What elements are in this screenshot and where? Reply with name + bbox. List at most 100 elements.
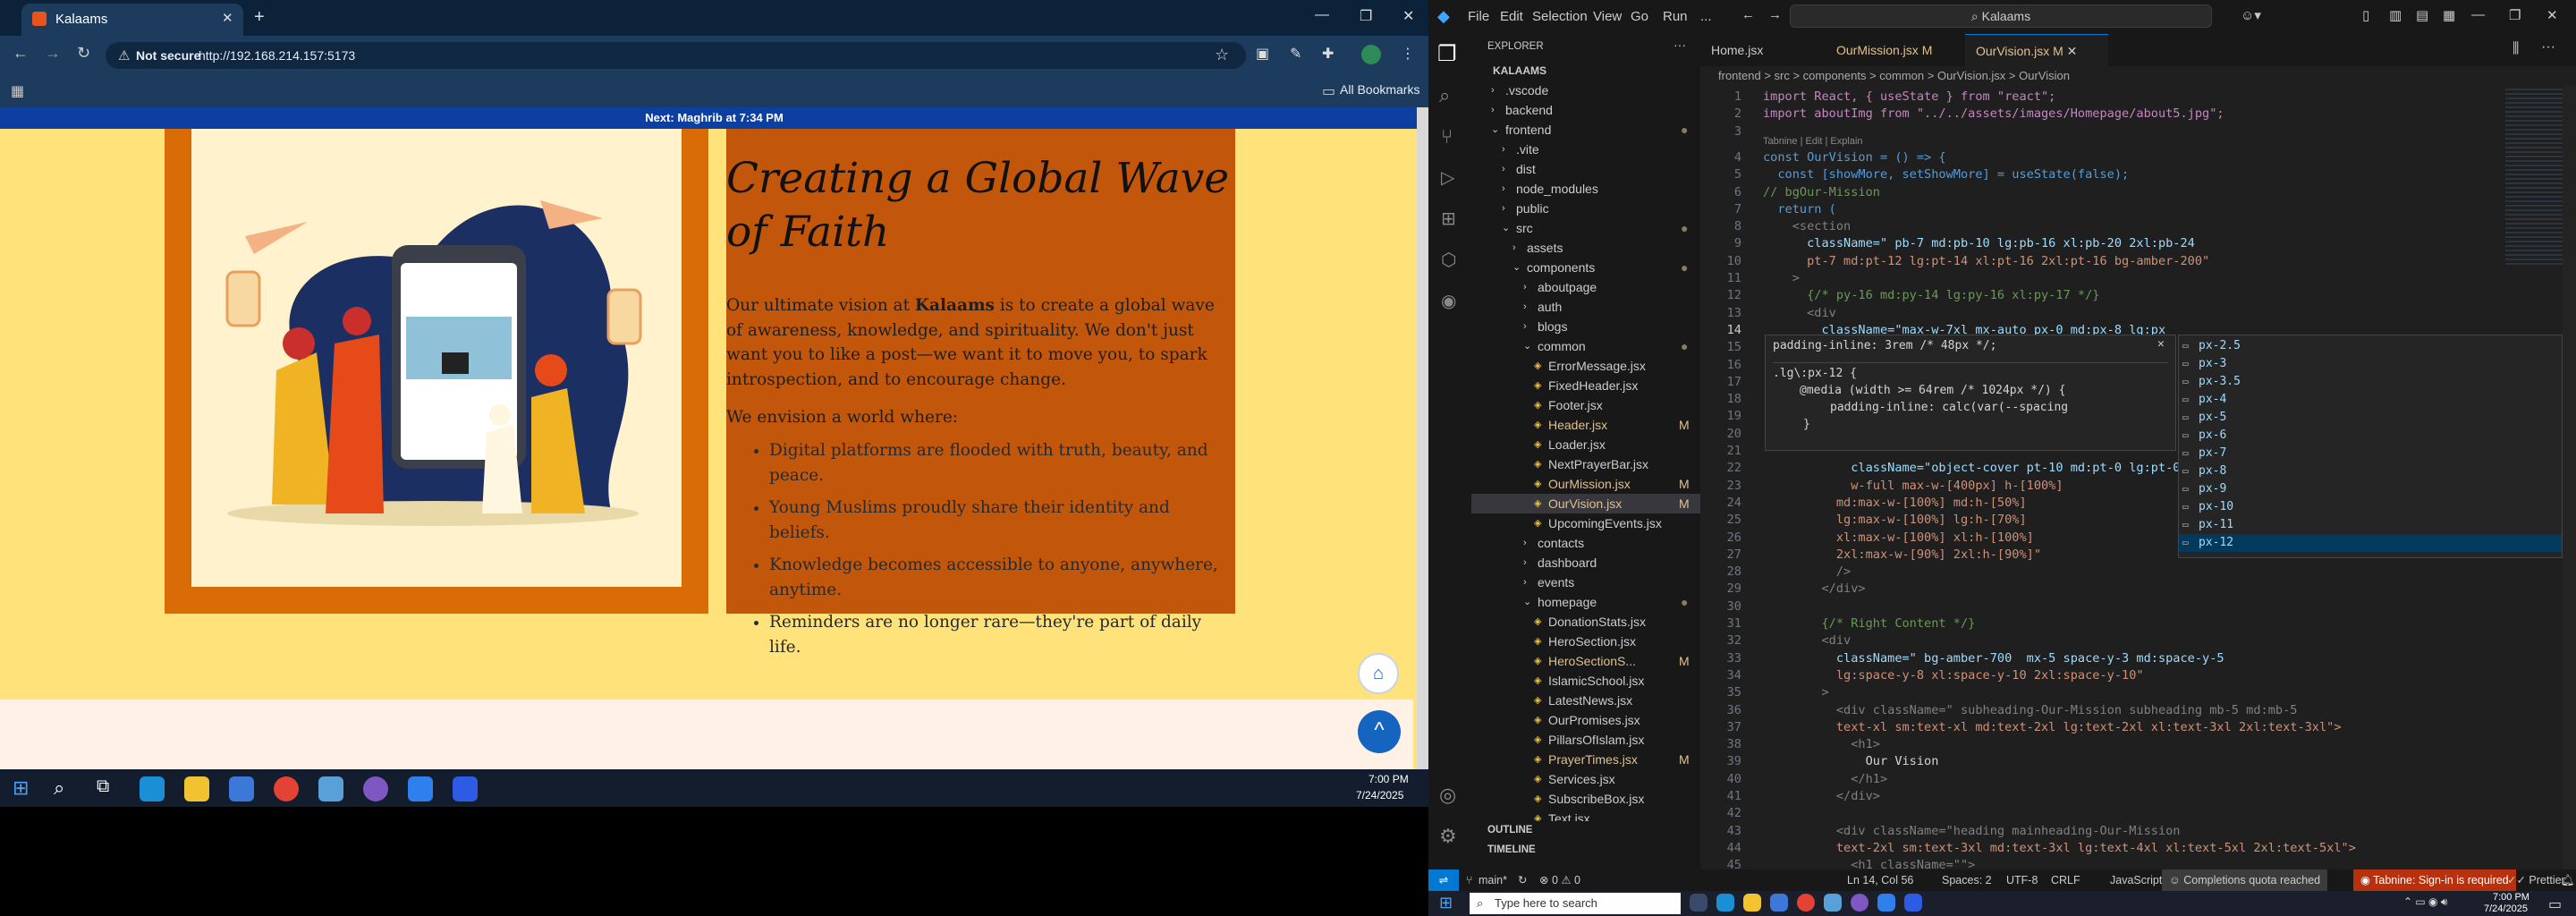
app-icon[interactable] <box>1824 894 1842 912</box>
nav-forward-icon[interactable]: → <box>1768 7 1782 22</box>
close-icon[interactable]: ✕ <box>222 10 233 26</box>
tree-item[interactable]: ◈ OurVision.jsx M <box>1471 494 1700 513</box>
tree-item[interactable]: ⌄ homepage ● <box>1471 592 1700 612</box>
menu-selection[interactable]: Selection <box>1532 9 1588 24</box>
tree-item[interactable]: ⌄ frontend ● <box>1471 120 1700 140</box>
suggestion-item[interactable]: ▭ px-12 <box>2179 534 2562 552</box>
menu-more[interactable]: ... <box>1700 9 1712 24</box>
notifications-icon[interactable]: 🔔︎ <box>2561 869 2575 891</box>
edge-icon[interactable] <box>140 776 165 802</box>
tree-item[interactable]: ◈ Header.jsx M <box>1471 415 1700 435</box>
page-scrollbar[interactable] <box>1417 107 1428 769</box>
tree-item[interactable]: › public <box>1471 199 1700 218</box>
extensions-icon[interactable]: ⊞ <box>1441 208 1456 230</box>
tree-item[interactable]: › .vscode <box>1471 81 1700 100</box>
indentation[interactable]: Spaces: 2 <box>1942 869 1992 891</box>
tree-item[interactable]: ◈ IslamicSchool.jsx <box>1471 671 1700 691</box>
task-view-icon[interactable] <box>1690 894 1707 912</box>
apps-icon[interactable]: ▦ <box>11 82 24 100</box>
new-tab-icon[interactable]: + <box>254 7 265 28</box>
panel-toggle-icon[interactable]: ▤ <box>2416 7 2428 23</box>
tree-item[interactable]: ◈ NextPrayerBar.jsx <box>1471 454 1700 474</box>
tab-our-vision[interactable]: OurVision.jsx M ✕ <box>1965 34 2108 66</box>
maximize-icon[interactable]: ❐ <box>1360 7 1372 25</box>
nav-back-icon[interactable]: ← <box>1741 7 1755 22</box>
tabnine-status[interactable]: ◉ Tabnine: Sign-in is required <box>2353 869 2516 891</box>
root-folder[interactable]: KALAAMS <box>1493 64 1546 77</box>
tabnine-hint[interactable]: Tabnine | Edit | Explain <box>1763 136 1863 147</box>
close-window-icon[interactable]: ✕ <box>2546 7 2558 23</box>
tree-item[interactable]: ◈ OurMission.jsx M <box>1471 474 1700 494</box>
editor-scrollbar[interactable] <box>2563 86 2576 869</box>
menu-icon[interactable]: ⋮ <box>1401 45 1415 63</box>
tree-item[interactable]: ◈ SubscribeBox.jsx <box>1471 789 1700 809</box>
puzzle-icon[interactable]: ✚ <box>1322 45 1334 63</box>
tree-item[interactable]: ⌄ components ● <box>1471 258 1700 277</box>
minimap[interactable] <box>2505 86 2563 265</box>
minimize-icon[interactable]: — <box>2471 7 2485 22</box>
close-window-icon[interactable]: ✕ <box>1402 7 1414 25</box>
prettier-status[interactable]: ✓✓ Prettier <box>2507 869 2565 891</box>
tree-item[interactable]: ◈ UpcomingEvents.jsx <box>1471 513 1700 533</box>
store-icon[interactable] <box>229 776 254 802</box>
tree-item[interactable]: › auth <box>1471 297 1700 317</box>
suggestion-item[interactable]: ▭ px-4 <box>2179 391 2562 409</box>
tree-item[interactable]: › dashboard <box>1471 553 1700 572</box>
secondary-sidebar-icon[interactable]: ▦ <box>2443 7 2455 23</box>
tray-icons[interactable]: ⌃ ▭ ◉ 🔊︎ <box>2403 895 2447 909</box>
explorer-icon[interactable] <box>184 776 209 802</box>
all-bookmarks[interactable]: All Bookmarks <box>1340 82 1419 97</box>
task-view-icon[interactable]: ⧉ <box>97 776 109 797</box>
tree-item[interactable]: ⌄ src ● <box>1471 218 1700 238</box>
profile-avatar[interactable] <box>1361 45 1381 64</box>
maximize-icon[interactable]: ❐ <box>2509 7 2521 23</box>
line-ending[interactable]: CRLF <box>2051 869 2080 891</box>
suggestion-item[interactable]: ▭ px-3 <box>2179 355 2562 373</box>
suggestion-item[interactable]: ▭ px-2.5 <box>2179 337 2562 355</box>
tree-item[interactable]: › node_modules <box>1471 179 1700 199</box>
pen-icon[interactable]: ✎ <box>1290 45 1301 63</box>
forward-icon[interactable]: → <box>45 44 61 63</box>
remote-indicator[interactable]: ⇌ <box>1428 869 1459 891</box>
layout-icon[interactable]: ▯ <box>2362 7 2369 23</box>
copilot-icon[interactable]: ☺▾ <box>2241 7 2261 23</box>
extension-icon[interactable]: ▣ <box>1256 45 1269 63</box>
run-debug-icon[interactable]: ▷ <box>1441 166 1454 189</box>
tree-item[interactable]: ◈ Loader.jsx <box>1471 435 1700 454</box>
settings-gear-icon[interactable]: ⚙ <box>1439 825 1457 848</box>
encoding[interactable]: UTF-8 <box>2006 869 2038 891</box>
suggestion-item[interactable]: ▭ px-3.5 <box>2179 373 2562 391</box>
cursor-position[interactable]: Ln 14, Col 56 <box>1847 869 1913 891</box>
vscode-icon[interactable] <box>1877 894 1895 912</box>
suggestion-item[interactable]: ▭ px-6 <box>2179 427 2562 445</box>
search-icon[interactable]: ⌕ <box>54 776 64 800</box>
url-box[interactable]: ⚠ Not secure http://192.168.214.157:5173… <box>106 42 1246 69</box>
menu-file[interactable]: File <box>1468 9 1489 24</box>
zoom-icon[interactable] <box>453 776 478 802</box>
menu-edit[interactable]: Edit <box>1500 9 1523 24</box>
tree-item[interactable]: ◈ HeroSectionS... M <box>1471 651 1700 671</box>
menu-go[interactable]: Go <box>1631 9 1648 24</box>
command-center[interactable]: ⌕ Kalaams <box>1790 4 2212 28</box>
tree-item[interactable]: ◈ FixedHeader.jsx <box>1471 376 1700 395</box>
account-icon[interactable]: ◎ <box>1439 784 1456 807</box>
github-icon[interactable] <box>363 776 388 802</box>
tree-item[interactable]: ◈ HeroSection.jsx <box>1471 632 1700 651</box>
suggestion-item[interactable]: ▭ px-10 <box>2179 498 2562 516</box>
tree-item[interactable]: › events <box>1471 572 1700 592</box>
problems-count[interactable]: ⊗ 0 ⚠ 0 <box>1539 869 1580 891</box>
star-icon[interactable]: ☆ <box>1215 46 1229 64</box>
branch-name[interactable]: main* <box>1479 869 1507 891</box>
source-control-icon[interactable]: ⑂ <box>1441 125 1453 148</box>
outline-section[interactable]: OUTLINE <box>1487 825 1532 835</box>
browser-tab[interactable]: Kalaams ✕ <box>21 4 243 36</box>
tree-item[interactable]: › blogs <box>1471 317 1700 336</box>
store-icon[interactable] <box>1770 894 1788 912</box>
accessibility-button[interactable]: ⌂ <box>1358 653 1399 694</box>
windows-search-box[interactable]: ⌕ Type here to search <box>1470 893 1681 914</box>
sidebar-toggle-icon[interactable]: ▥ <box>2389 7 2402 23</box>
timeline-section[interactable]: TIMELINE <box>1487 844 1536 855</box>
suggestion-item[interactable]: ▭ px-9 <box>2179 480 2562 498</box>
tree-item[interactable]: › .vite <box>1471 140 1700 159</box>
zoom-icon[interactable] <box>1904 894 1922 912</box>
